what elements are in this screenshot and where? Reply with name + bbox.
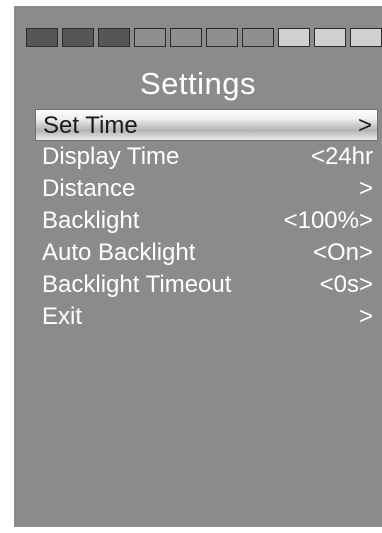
menu-item-set-time[interactable]: Set Time > — [35, 109, 378, 141]
menu-item-label: Distance — [42, 175, 136, 202]
menu-item-value: > — [358, 303, 373, 330]
menu-item-value: > — [357, 112, 372, 139]
menu-item-label: Display Time — [42, 143, 180, 170]
menu-item-auto-backlight[interactable]: Auto Backlight <On> — [35, 237, 378, 269]
battery-segment — [206, 28, 238, 47]
battery-segment — [98, 28, 130, 47]
menu-item-value: <0s> — [319, 271, 373, 298]
menu-item-backlight-timeout[interactable]: Backlight Timeout <0s> — [35, 269, 378, 301]
menu-item-value: <24hr — [310, 143, 373, 170]
battery-indicator — [26, 28, 382, 49]
battery-segment — [350, 28, 382, 47]
menu-item-value: > — [358, 175, 373, 202]
menu-item-backlight[interactable]: Backlight <100%> — [35, 205, 378, 237]
menu-item-value: <On> — [312, 239, 373, 266]
menu-item-display-time[interactable]: Display Time <24hr — [35, 141, 378, 173]
menu-item-label: Backlight Timeout — [42, 271, 232, 298]
device-screen: Settings Set Time > Display Time <24hr D… — [14, 6, 382, 527]
battery-segment — [134, 28, 166, 47]
menu-item-exit[interactable]: Exit > — [35, 301, 378, 333]
menu-item-label: Backlight — [42, 207, 140, 234]
menu-item-distance[interactable]: Distance > — [35, 173, 378, 205]
battery-segment — [314, 28, 346, 47]
battery-segment — [62, 28, 94, 47]
settings-menu: Set Time > Display Time <24hr Distance >… — [35, 109, 378, 333]
battery-segment — [170, 28, 202, 47]
menu-item-label: Auto Backlight — [42, 239, 196, 266]
page-title: Settings — [139, 66, 256, 101]
battery-segment — [242, 28, 274, 47]
menu-item-label: Exit — [42, 303, 83, 330]
menu-item-value: <100%> — [283, 207, 373, 234]
battery-segment — [26, 28, 58, 47]
battery-segment — [278, 28, 310, 47]
menu-item-label: Set Time — [43, 112, 138, 139]
